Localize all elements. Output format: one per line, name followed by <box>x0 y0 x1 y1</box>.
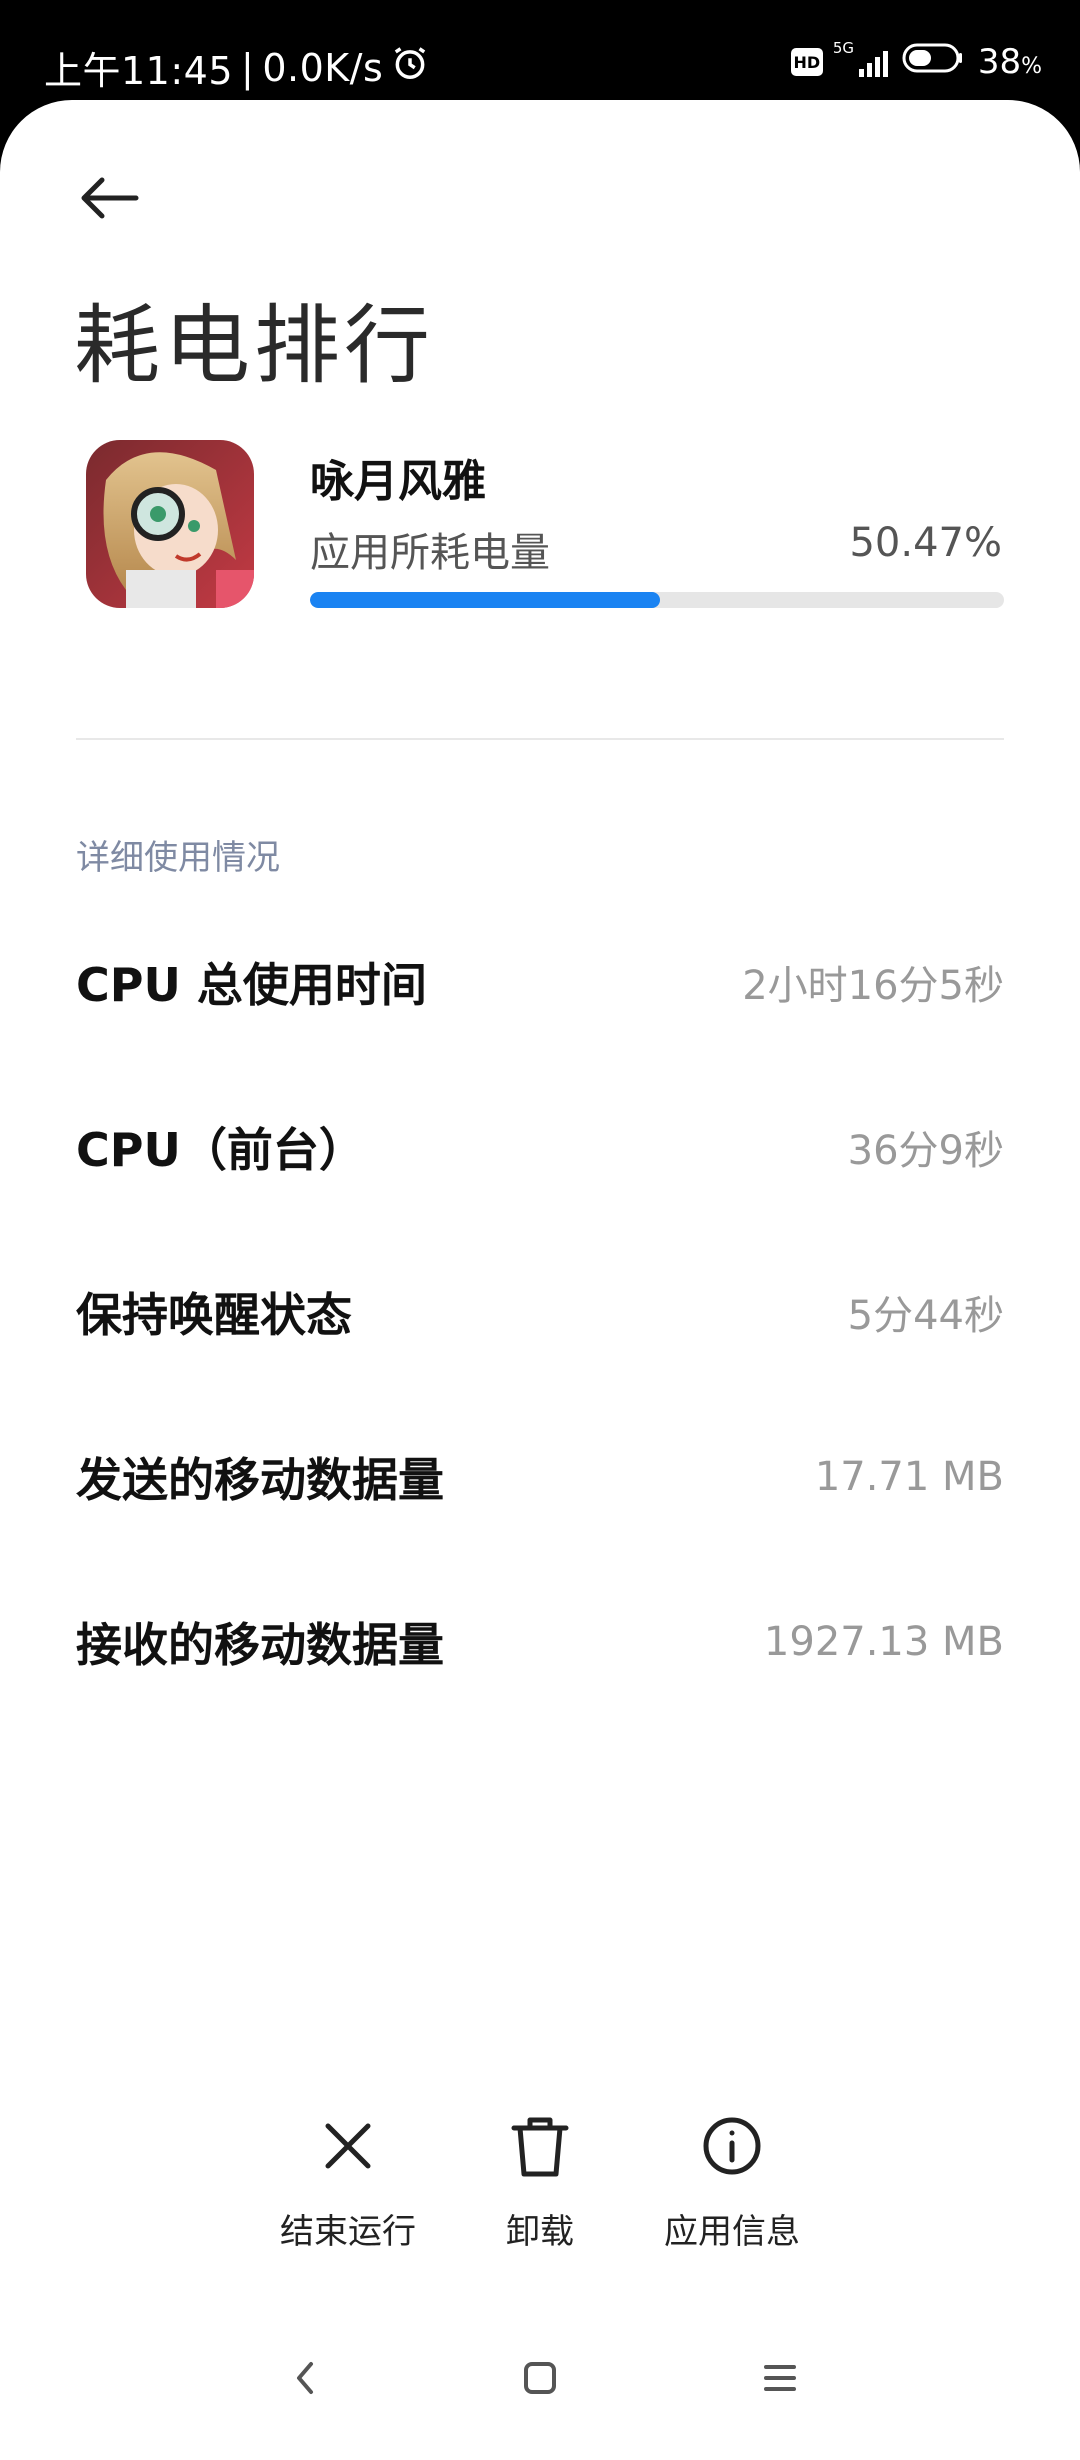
detail-label: 发送的移动数据量 <box>76 1453 444 1507</box>
detail-value: 5分44秒 <box>847 1293 1004 1339</box>
usage-value: 50.47% <box>849 520 1002 566</box>
uninstall-button[interactable]: 卸载 <box>440 2110 640 2290</box>
status-net-speed: 0.0K/s <box>262 45 384 90</box>
detail-row-cpu-total: CPU 总使用时间 2小时16分5秒 <box>76 927 1004 1037</box>
detail-label: CPU 总使用时间 <box>76 958 427 1012</box>
status-bar: 上午11:45 | 0.0K/s HD 5G 38% <box>0 0 1080 100</box>
app-name: 咏月风雅 <box>310 456 486 507</box>
detail-row-keep-awake: 保持唤醒状态 5分44秒 <box>76 1257 1004 1367</box>
arrow-left-icon <box>78 174 142 226</box>
usage-progress-fill <box>310 592 661 608</box>
detail-value: 17.71 MB <box>814 1454 1004 1500</box>
network-type: 5G <box>832 39 854 57</box>
section-label: 详细使用情况 <box>76 838 280 878</box>
detail-value: 36分9秒 <box>847 1128 1004 1174</box>
nav-home-button[interactable] <box>490 2330 590 2430</box>
status-right: HD 5G 38% <box>790 39 1042 82</box>
uninstall-label: 卸载 <box>506 2212 574 2252</box>
chevron-left-icon <box>293 2360 317 2400</box>
detail-label: 接收的移动数据量 <box>76 1618 444 1672</box>
usage-label: 应用所耗电量 <box>310 530 550 576</box>
nav-back-button[interactable] <box>255 2330 355 2430</box>
battery-level: 38% <box>977 42 1042 82</box>
back-button[interactable] <box>70 160 150 240</box>
trash-icon <box>504 2110 576 2182</box>
detail-row-cpu-foreground: CPU（前台） 36分9秒 <box>76 1092 1004 1202</box>
detail-label: 保持唤醒状态 <box>76 1288 352 1342</box>
action-bar: 结束运行 卸载 应用信息 <box>0 2050 1080 2290</box>
battery-icon <box>902 42 964 82</box>
menu-icon <box>763 2363 797 2397</box>
square-icon <box>523 2361 557 2399</box>
app-icon <box>86 440 254 608</box>
signal-icon: 5G <box>833 39 888 77</box>
status-time: 上午11:45 <box>44 49 234 93</box>
nav-menu-button[interactable] <box>730 2330 830 2430</box>
detail-label: CPU（前台） <box>76 1123 365 1177</box>
navigation-bar <box>0 2300 1080 2460</box>
usage-progress-bar <box>310 592 1004 608</box>
status-separator: | <box>241 45 255 90</box>
detail-value: 2小时16分5秒 <box>742 963 1004 1009</box>
page-title: 耗电排行 <box>74 296 434 396</box>
divider <box>76 738 1004 740</box>
info-icon <box>696 2110 768 2182</box>
force-stop-label: 结束运行 <box>280 2212 416 2252</box>
detail-row-mobile-data-sent: 发送的移动数据量 17.71 MB <box>76 1422 1004 1532</box>
status-left: 上午11:45 | 0.0K/s <box>44 40 429 95</box>
app-info-label: 应用信息 <box>664 2212 800 2252</box>
close-icon <box>312 2110 384 2182</box>
hd-icon: HD <box>790 48 823 76</box>
detail-value: 1927.13 MB <box>763 1619 1004 1665</box>
alarm-icon <box>391 44 429 91</box>
force-stop-button[interactable]: 结束运行 <box>248 2110 448 2290</box>
app-info-button[interactable]: 应用信息 <box>632 2110 832 2290</box>
detail-row-mobile-data-received: 接收的移动数据量 1927.13 MB <box>76 1587 1004 1697</box>
